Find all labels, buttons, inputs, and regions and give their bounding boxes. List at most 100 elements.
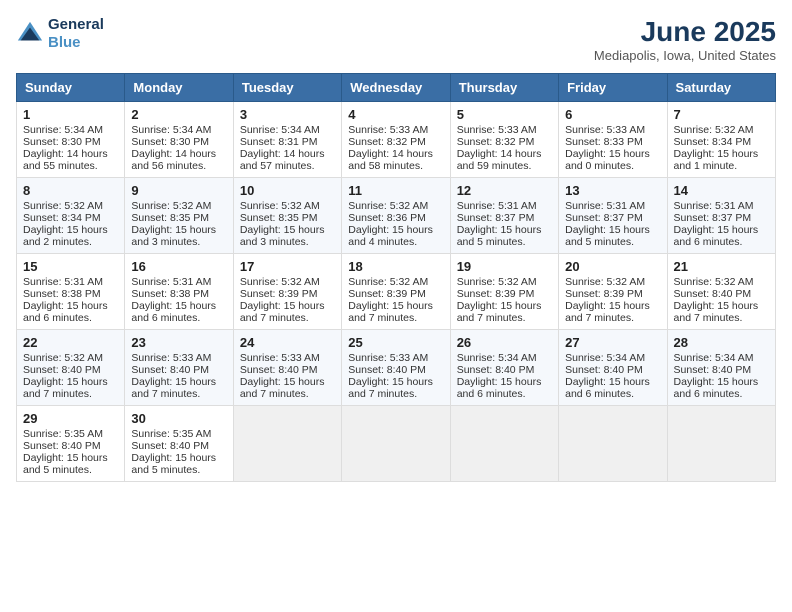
sunset-text: Sunset: 8:32 PM (348, 136, 443, 148)
day-number: 18 (348, 259, 443, 274)
daylight-text: Daylight: 15 hours and 4 minutes. (348, 224, 443, 248)
calendar-week-row: 8Sunrise: 5:32 AMSunset: 8:34 PMDaylight… (17, 178, 776, 254)
logo-line2: Blue (48, 34, 104, 52)
daylight-text: Daylight: 15 hours and 3 minutes. (131, 224, 226, 248)
calendar-cell: 7Sunrise: 5:32 AMSunset: 8:34 PMDaylight… (667, 102, 775, 178)
daylight-text: Daylight: 14 hours and 57 minutes. (240, 148, 335, 172)
sunrise-text: Sunrise: 5:33 AM (348, 124, 443, 136)
sunrise-text: Sunrise: 5:32 AM (674, 124, 769, 136)
sunset-text: Sunset: 8:39 PM (348, 288, 443, 300)
daylight-text: Daylight: 15 hours and 7 minutes. (240, 300, 335, 324)
sunrise-text: Sunrise: 5:32 AM (348, 276, 443, 288)
calendar-cell (559, 406, 667, 482)
day-number: 6 (565, 107, 660, 122)
sunrise-text: Sunrise: 5:31 AM (565, 200, 660, 212)
daylight-text: Daylight: 15 hours and 5 minutes. (23, 452, 118, 476)
sunrise-text: Sunrise: 5:32 AM (348, 200, 443, 212)
day-number: 20 (565, 259, 660, 274)
weekday-header-monday: Monday (125, 74, 233, 102)
sunset-text: Sunset: 8:40 PM (131, 440, 226, 452)
calendar-cell: 20Sunrise: 5:32 AMSunset: 8:39 PMDayligh… (559, 254, 667, 330)
daylight-text: Daylight: 14 hours and 59 minutes. (457, 148, 552, 172)
sunset-text: Sunset: 8:40 PM (240, 364, 335, 376)
sunrise-text: Sunrise: 5:33 AM (131, 352, 226, 364)
calendar-cell: 9 Sunrise: 5:32 AMSunset: 8:35 PMDaylight… (125, 178, 233, 254)
day-number: 9 (131, 183, 226, 198)
calendar-cell: 14Sunrise: 5:31 AMSunset: 8:37 PMDayligh… (667, 178, 775, 254)
sunrise-text: Sunrise: 5:33 AM (565, 124, 660, 136)
calendar-cell: 5Sunrise: 5:33 AMSunset: 8:32 PMDaylight… (450, 102, 558, 178)
calendar-cell: 17Sunrise: 5:32 AMSunset: 8:39 PMDayligh… (233, 254, 341, 330)
daylight-text: Daylight: 14 hours and 55 minutes. (23, 148, 118, 172)
sunset-text: Sunset: 8:34 PM (674, 136, 769, 148)
sunrise-text: Sunrise: 5:34 AM (457, 352, 552, 364)
daylight-text: Daylight: 15 hours and 6 minutes. (674, 224, 769, 248)
daylight-text: Daylight: 15 hours and 0 minutes. (565, 148, 660, 172)
day-number: 22 (23, 335, 118, 350)
weekday-header-thursday: Thursday (450, 74, 558, 102)
calendar-cell: 24Sunrise: 5:33 AMSunset: 8:40 PMDayligh… (233, 330, 341, 406)
sunset-text: Sunset: 8:39 PM (240, 288, 335, 300)
weekday-header-friday: Friday (559, 74, 667, 102)
logo-line1: General (48, 16, 104, 34)
daylight-text: Daylight: 15 hours and 5 minutes. (565, 224, 660, 248)
daylight-text: Daylight: 15 hours and 7 minutes. (457, 300, 552, 324)
sunrise-text: Sunrise: 5:32 AM (23, 352, 118, 364)
logo: General Blue (16, 16, 104, 52)
day-number: 25 (348, 335, 443, 350)
calendar-table: SundayMondayTuesdayWednesdayThursdayFrid… (16, 73, 776, 482)
calendar-subtitle: Mediapolis, Iowa, United States (594, 48, 776, 63)
calendar-cell: 21Sunrise: 5:32 AMSunset: 8:40 PMDayligh… (667, 254, 775, 330)
calendar-cell: 10Sunrise: 5:32 AMSunset: 8:35 PMDayligh… (233, 178, 341, 254)
day-number: 10 (240, 183, 335, 198)
calendar-cell: 11Sunrise: 5:32 AMSunset: 8:36 PMDayligh… (342, 178, 450, 254)
daylight-text: Daylight: 15 hours and 5 minutes. (457, 224, 552, 248)
sunset-text: Sunset: 8:37 PM (674, 212, 769, 224)
sunset-text: Sunset: 8:37 PM (565, 212, 660, 224)
sunset-text: Sunset: 8:40 PM (457, 364, 552, 376)
calendar-cell: 15Sunrise: 5:31 AMSunset: 8:38 PMDayligh… (17, 254, 125, 330)
weekday-header-sunday: Sunday (17, 74, 125, 102)
daylight-text: Daylight: 15 hours and 7 minutes. (131, 376, 226, 400)
daylight-text: Daylight: 15 hours and 2 minutes. (23, 224, 118, 248)
calendar-cell: 25Sunrise: 5:33 AMSunset: 8:40 PMDayligh… (342, 330, 450, 406)
sunrise-text: Sunrise: 5:34 AM (131, 124, 226, 136)
sunset-text: Sunset: 8:40 PM (131, 364, 226, 376)
sunset-text: Sunset: 8:30 PM (131, 136, 226, 148)
calendar-cell: 19Sunrise: 5:32 AMSunset: 8:39 PMDayligh… (450, 254, 558, 330)
weekday-header-saturday: Saturday (667, 74, 775, 102)
calendar-cell: 23Sunrise: 5:33 AMSunset: 8:40 PMDayligh… (125, 330, 233, 406)
sunrise-text: Sunrise: 5:32 AM (23, 200, 118, 212)
sunset-text: Sunset: 8:35 PM (131, 212, 226, 224)
sunrise-text: Sunrise: 5:32 AM (565, 276, 660, 288)
daylight-text: Daylight: 15 hours and 7 minutes. (348, 376, 443, 400)
weekday-header-wednesday: Wednesday (342, 74, 450, 102)
daylight-text: Daylight: 14 hours and 56 minutes. (131, 148, 226, 172)
sunrise-text: Sunrise: 5:32 AM (674, 276, 769, 288)
day-number: 11 (348, 183, 443, 198)
sunset-text: Sunset: 8:39 PM (565, 288, 660, 300)
day-number: 16 (131, 259, 226, 274)
sunrise-text: Sunrise: 5:32 AM (457, 276, 552, 288)
day-number: 24 (240, 335, 335, 350)
day-number: 5 (457, 107, 552, 122)
daylight-text: Daylight: 15 hours and 7 minutes. (348, 300, 443, 324)
sunrise-text: Sunrise: 5:32 AM (131, 200, 226, 212)
sunset-text: Sunset: 8:38 PM (23, 288, 118, 300)
day-number: 2 (131, 107, 226, 122)
day-number: 21 (674, 259, 769, 274)
day-number: 28 (674, 335, 769, 350)
logo-icon (16, 20, 44, 48)
weekday-header-row: SundayMondayTuesdayWednesdayThursdayFrid… (17, 74, 776, 102)
page-header: General Blue June 2025 Mediapolis, Iowa,… (16, 16, 776, 63)
day-number: 17 (240, 259, 335, 274)
day-number: 13 (565, 183, 660, 198)
sunset-text: Sunset: 8:40 PM (674, 288, 769, 300)
calendar-cell (450, 406, 558, 482)
calendar-title: June 2025 (594, 16, 776, 48)
sunset-text: Sunset: 8:34 PM (23, 212, 118, 224)
day-number: 26 (457, 335, 552, 350)
day-number: 14 (674, 183, 769, 198)
sunset-text: Sunset: 8:30 PM (23, 136, 118, 148)
calendar-cell (667, 406, 775, 482)
